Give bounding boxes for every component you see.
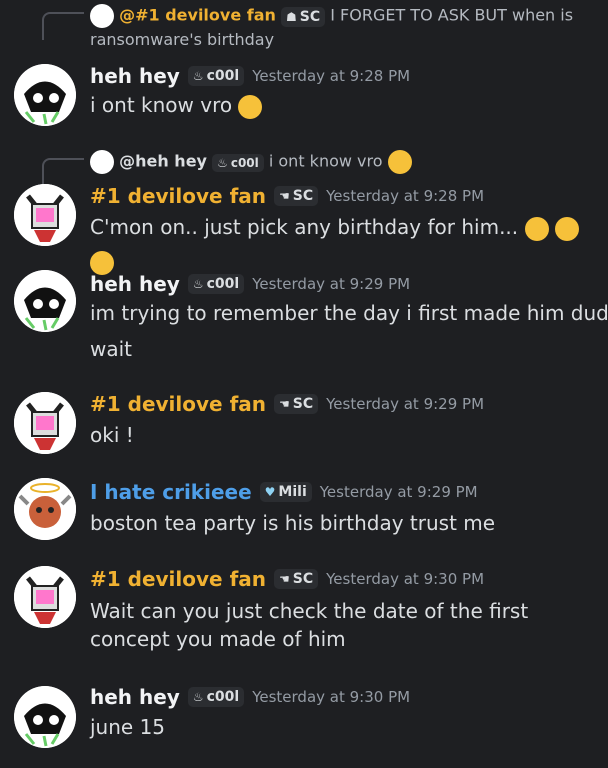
- fire-icon: ☗: [286, 9, 297, 24]
- reply-preview[interactable]: @#1 devilove fan ☗ SC I FORGET TO ASK BUT…: [90, 4, 573, 28]
- avatar[interactable]: [14, 184, 76, 246]
- pleading-face-icon: [524, 216, 549, 241]
- server-tag[interactable]: ♥ Mili: [259, 482, 312, 502]
- message-content: i ont know vro: [90, 93, 233, 117]
- server-tag[interactable]: ♨ c00l: [187, 274, 245, 294]
- server-tag-label: c00l: [230, 155, 259, 170]
- timestamp: Yesterday at 9:29 PM: [252, 275, 411, 293]
- server-tag-label: SC: [292, 188, 314, 204]
- server-tag[interactable]: ☚ SC: [274, 394, 319, 414]
- server-tag-label: SC: [292, 571, 314, 587]
- reply-connector: [42, 12, 84, 40]
- author-name[interactable]: heh hey: [90, 272, 180, 296]
- message-text: concept you made of him: [90, 627, 346, 651]
- message-text: wait: [90, 337, 133, 361]
- author-name[interactable]: I hate crikieee: [90, 480, 252, 504]
- timestamp: Yesterday at 9:30 PM: [252, 688, 411, 706]
- server-tag[interactable]: ☚ SC: [274, 186, 319, 206]
- hand-icon: ☚: [279, 189, 290, 203]
- message-text: boston tea party is his birthday trust m…: [90, 511, 496, 535]
- reply-text: I FORGET TO ASK BUT when is: [330, 5, 574, 25]
- message-text: C'mon on.. just pick any birthday for hi…: [90, 210, 608, 278]
- server-tag-label: c00l: [206, 689, 240, 705]
- message-text: oki !: [90, 423, 134, 447]
- server-tag-label: SC: [299, 8, 321, 25]
- avatar[interactable]: [14, 64, 76, 126]
- avatar[interactable]: [14, 478, 76, 540]
- message-text: june 15: [90, 715, 166, 739]
- fire-icon: ♨: [217, 155, 228, 170]
- timestamp: Yesterday at 9:29 PM: [326, 395, 485, 413]
- fire-icon: ♨: [192, 277, 204, 291]
- timestamp: Yesterday at 9:30 PM: [326, 570, 485, 588]
- pleading-face-icon: [90, 250, 114, 275]
- hand-icon: ☚: [279, 397, 290, 411]
- author-name[interactable]: #1 devilove fan: [90, 184, 266, 208]
- server-tag-label: c00l: [206, 276, 240, 292]
- reply-preview[interactable]: @heh hey ♨ c00l i ont know vro: [90, 150, 412, 174]
- hand-icon: ☚: [279, 572, 290, 586]
- server-tag-label: SC: [292, 396, 314, 412]
- avatar: [90, 150, 114, 174]
- avatar: [90, 4, 114, 28]
- reply-connector: [42, 158, 84, 186]
- server-tag[interactable]: ♨ c00l: [187, 66, 245, 86]
- fire-icon: ♨: [192, 690, 204, 704]
- timestamp: Yesterday at 9:28 PM: [252, 67, 411, 85]
- server-tag[interactable]: ☚ SC: [274, 569, 319, 589]
- avatar[interactable]: [14, 566, 76, 628]
- message-text: im trying to remember the day i first ma…: [90, 301, 608, 325]
- heart-icon: ♥: [264, 485, 276, 499]
- server-tag[interactable]: ♨ c00l: [212, 153, 264, 172]
- server-tag-label: c00l: [206, 68, 240, 84]
- message-content: C'mon on.. just pick any birthday for hi…: [90, 215, 519, 239]
- pleading-face-icon: [554, 216, 579, 241]
- server-tag[interactable]: ♨ c00l: [187, 687, 245, 707]
- message-text: i ont know vro: [90, 88, 263, 122]
- avatar[interactable]: [14, 270, 76, 332]
- crying-face-icon: [238, 94, 263, 119]
- reply-author[interactable]: @#1 devilove fan: [119, 6, 276, 25]
- reply-text-continued: ransomware's birthday: [90, 30, 275, 49]
- author-name[interactable]: #1 devilove fan: [90, 567, 266, 591]
- reply-author[interactable]: @heh hey: [119, 152, 207, 171]
- reply-text: i ont know vro: [268, 151, 383, 171]
- timestamp: Yesterday at 9:28 PM: [326, 187, 485, 205]
- avatar[interactable]: [14, 686, 76, 748]
- avatar[interactable]: [14, 392, 76, 454]
- crying-face-icon: [387, 150, 412, 174]
- timestamp: Yesterday at 9:29 PM: [319, 483, 478, 501]
- author-name[interactable]: #1 devilove fan: [90, 392, 266, 416]
- author-name[interactable]: heh hey: [90, 64, 180, 88]
- server-tag[interactable]: ☗ SC: [281, 6, 326, 27]
- author-name[interactable]: heh hey: [90, 685, 180, 709]
- fire-icon: ♨: [192, 69, 204, 83]
- server-tag-label: Mili: [278, 484, 307, 500]
